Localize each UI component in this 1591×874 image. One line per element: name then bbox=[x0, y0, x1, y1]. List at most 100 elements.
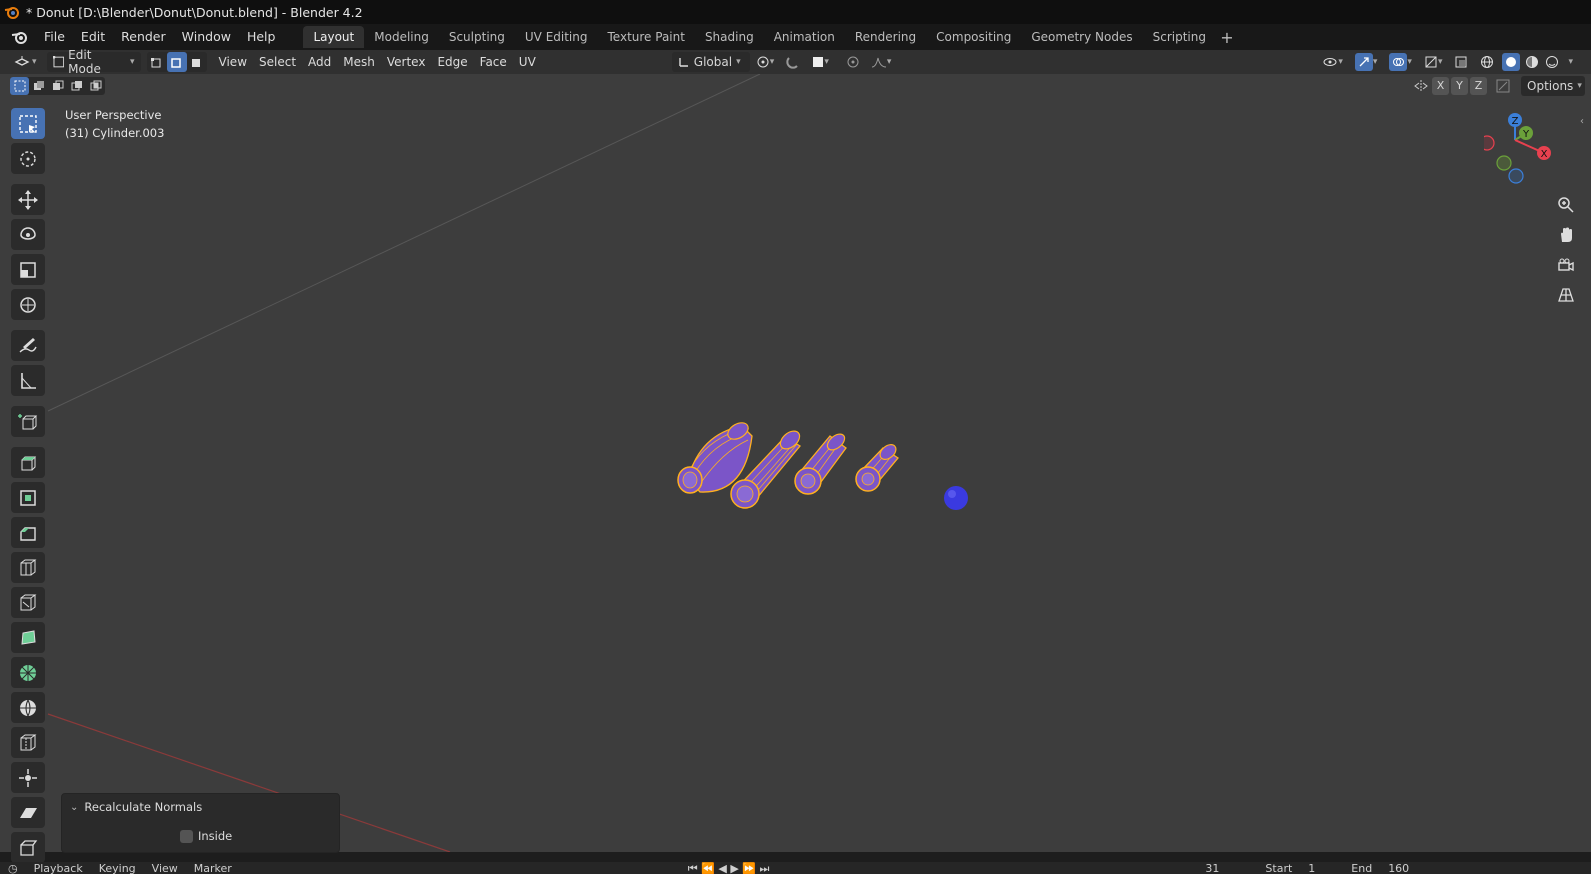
inside-checkbox[interactable] bbox=[180, 829, 193, 843]
visibility-icon[interactable]: ▾ bbox=[1316, 52, 1349, 72]
menu-render[interactable]: Render bbox=[113, 24, 174, 50]
material-preview-icon[interactable] bbox=[1522, 52, 1542, 72]
measure-tool-icon[interactable] bbox=[11, 365, 45, 396]
xray-toggle-icon[interactable] bbox=[1448, 52, 1474, 72]
mirror-y-toggle[interactable]: Y bbox=[1451, 77, 1468, 95]
transform-tool-icon[interactable] bbox=[11, 289, 45, 320]
menu-help[interactable]: Help bbox=[239, 24, 284, 50]
solid-shading-icon[interactable] bbox=[1500, 52, 1522, 72]
edge-slide-tool-icon[interactable] bbox=[11, 727, 45, 758]
editor-type-icon[interactable]: ▾ bbox=[8, 52, 43, 72]
bevel-tool-icon[interactable] bbox=[11, 517, 45, 548]
smooth-tool-icon[interactable] bbox=[11, 692, 45, 723]
camera-view-icon[interactable] bbox=[1553, 252, 1579, 278]
annotate-tool-icon[interactable] bbox=[11, 330, 45, 361]
tab-layout[interactable]: Layout bbox=[303, 26, 365, 48]
edge-select-icon[interactable] bbox=[166, 52, 187, 72]
scene-canvas[interactable] bbox=[0, 74, 1591, 852]
playback-controls[interactable]: ⏮ ⏪ ◀ ▶ ⏩ ⏭ bbox=[680, 862, 778, 874]
inside-checkbox-row[interactable]: Inside bbox=[180, 829, 232, 843]
rip-region-tool-icon[interactable] bbox=[11, 832, 45, 863]
select-new-icon[interactable] bbox=[10, 77, 29, 95]
extrude-tool-icon[interactable] bbox=[11, 447, 45, 478]
menu-select[interactable]: Select bbox=[253, 52, 302, 72]
select-subtract-icon[interactable] bbox=[48, 77, 67, 95]
menu-mesh[interactable]: Mesh bbox=[337, 52, 381, 72]
pan-hand-icon[interactable] bbox=[1553, 222, 1579, 248]
spin-tool-icon[interactable] bbox=[11, 657, 45, 688]
add-cube-tool-icon[interactable] bbox=[11, 406, 45, 437]
add-workspace-icon[interactable]: + bbox=[1216, 26, 1238, 48]
mirror-x-toggle[interactable]: X bbox=[1432, 77, 1449, 95]
tab-modeling[interactable]: Modeling bbox=[364, 26, 439, 48]
gizmo-neg-x[interactable] bbox=[1484, 135, 1495, 151]
start-frame-value[interactable]: 1 bbox=[1300, 862, 1323, 874]
tab-shading[interactable]: Shading bbox=[695, 26, 764, 48]
gizmo-toggle-icon[interactable]: ▾ bbox=[1349, 52, 1384, 72]
snap-target-icon[interactable]: ▾ bbox=[806, 52, 835, 72]
transform-orientation-dropdown[interactable]: Global ▾ bbox=[671, 52, 750, 72]
tab-sculpting[interactable]: Sculpting bbox=[439, 26, 515, 48]
navigation-gizmo[interactable]: Z Y X bbox=[1484, 110, 1580, 196]
tab-scripting[interactable]: Scripting bbox=[1143, 26, 1216, 48]
auto-merge-icon[interactable] bbox=[1493, 79, 1513, 93]
tab-uv-editing[interactable]: UV Editing bbox=[515, 26, 598, 48]
overlays-toggle-icon[interactable]: ▾ bbox=[1383, 52, 1418, 72]
menu-view[interactable]: View bbox=[213, 52, 253, 72]
tab-compositing[interactable]: Compositing bbox=[926, 26, 1021, 48]
gizmo-neg-z[interactable] bbox=[1508, 168, 1524, 184]
select-box-tool-icon[interactable] bbox=[11, 108, 45, 139]
tab-animation[interactable]: Animation bbox=[764, 26, 845, 48]
menu-edge[interactable]: Edge bbox=[431, 52, 473, 72]
mesh-edit-overlay-icon[interactable]: ▾ bbox=[1418, 52, 1449, 72]
pivot-point-icon[interactable]: ▾ bbox=[750, 52, 781, 72]
operator-panel-header[interactable]: ⌄ Recalculate Normals bbox=[70, 800, 202, 814]
menu-face[interactable]: Face bbox=[474, 52, 513, 72]
select-extend-icon[interactable] bbox=[29, 77, 48, 95]
select-intersect-icon[interactable] bbox=[86, 77, 105, 95]
zoom-icon[interactable] bbox=[1553, 192, 1579, 218]
knife-tool-icon[interactable] bbox=[11, 587, 45, 618]
poly-build-tool-icon[interactable] bbox=[11, 622, 45, 653]
face-select-icon[interactable] bbox=[187, 52, 207, 72]
mesh-cylinder-medium[interactable] bbox=[794, 431, 848, 495]
scale-tool-icon[interactable] bbox=[11, 254, 45, 285]
menu-marker[interactable]: Marker bbox=[186, 862, 240, 874]
falloff-icon[interactable]: ▾ bbox=[865, 52, 898, 72]
mode-dropdown[interactable]: Edit Mode ▾ bbox=[46, 48, 141, 76]
cursor-tool-icon[interactable] bbox=[11, 143, 45, 174]
select-invert-icon[interactable] bbox=[67, 77, 86, 95]
menu-window[interactable]: Window bbox=[174, 24, 239, 50]
tab-geometry-nodes[interactable]: Geometry Nodes bbox=[1021, 26, 1142, 48]
end-frame-value[interactable]: 160 bbox=[1380, 862, 1417, 874]
menu-vertex[interactable]: Vertex bbox=[381, 52, 432, 72]
menu-add[interactable]: Add bbox=[302, 52, 337, 72]
menu-playback[interactable]: Playback bbox=[26, 862, 91, 874]
shading-options-icon[interactable]: ▾ bbox=[1562, 52, 1579, 72]
3d-viewport[interactable]: User Perspective (31) Cylinder.003 bbox=[0, 74, 1591, 852]
gizmo-neg-y[interactable] bbox=[1496, 155, 1512, 171]
menu-keying[interactable]: Keying bbox=[91, 862, 144, 874]
menu-uv[interactable]: UV bbox=[513, 52, 542, 72]
sidebar-toggle-icon[interactable]: ‹ bbox=[1580, 116, 1584, 127]
wireframe-shading-icon[interactable] bbox=[1474, 52, 1500, 72]
perspective-toggle-icon[interactable] bbox=[1553, 282, 1579, 308]
blender-menu-icon[interactable] bbox=[10, 27, 30, 47]
loop-cut-tool-icon[interactable] bbox=[11, 552, 45, 583]
snap-toggle-icon[interactable] bbox=[780, 52, 806, 72]
mirror-z-toggle[interactable]: Z bbox=[1470, 77, 1487, 95]
vertex-select-icon[interactable] bbox=[147, 52, 167, 72]
menu-edit[interactable]: Edit bbox=[73, 24, 113, 50]
timeline-editor-icon[interactable]: ◷ bbox=[0, 862, 26, 874]
shear-tool-icon[interactable] bbox=[11, 797, 45, 828]
proportional-edit-icon[interactable] bbox=[841, 52, 865, 72]
move-tool-icon[interactable] bbox=[11, 184, 45, 215]
inset-faces-tool-icon[interactable] bbox=[11, 482, 45, 513]
current-frame-field[interactable]: 31 bbox=[1197, 862, 1227, 874]
rotate-tool-icon[interactable] bbox=[11, 219, 45, 250]
tab-rendering[interactable]: Rendering bbox=[845, 26, 926, 48]
menu-file[interactable]: File bbox=[36, 24, 73, 50]
rendered-shading-icon[interactable] bbox=[1542, 52, 1562, 72]
mesh-sphere[interactable] bbox=[944, 486, 968, 510]
menu-timeline-view[interactable]: View bbox=[144, 862, 186, 874]
